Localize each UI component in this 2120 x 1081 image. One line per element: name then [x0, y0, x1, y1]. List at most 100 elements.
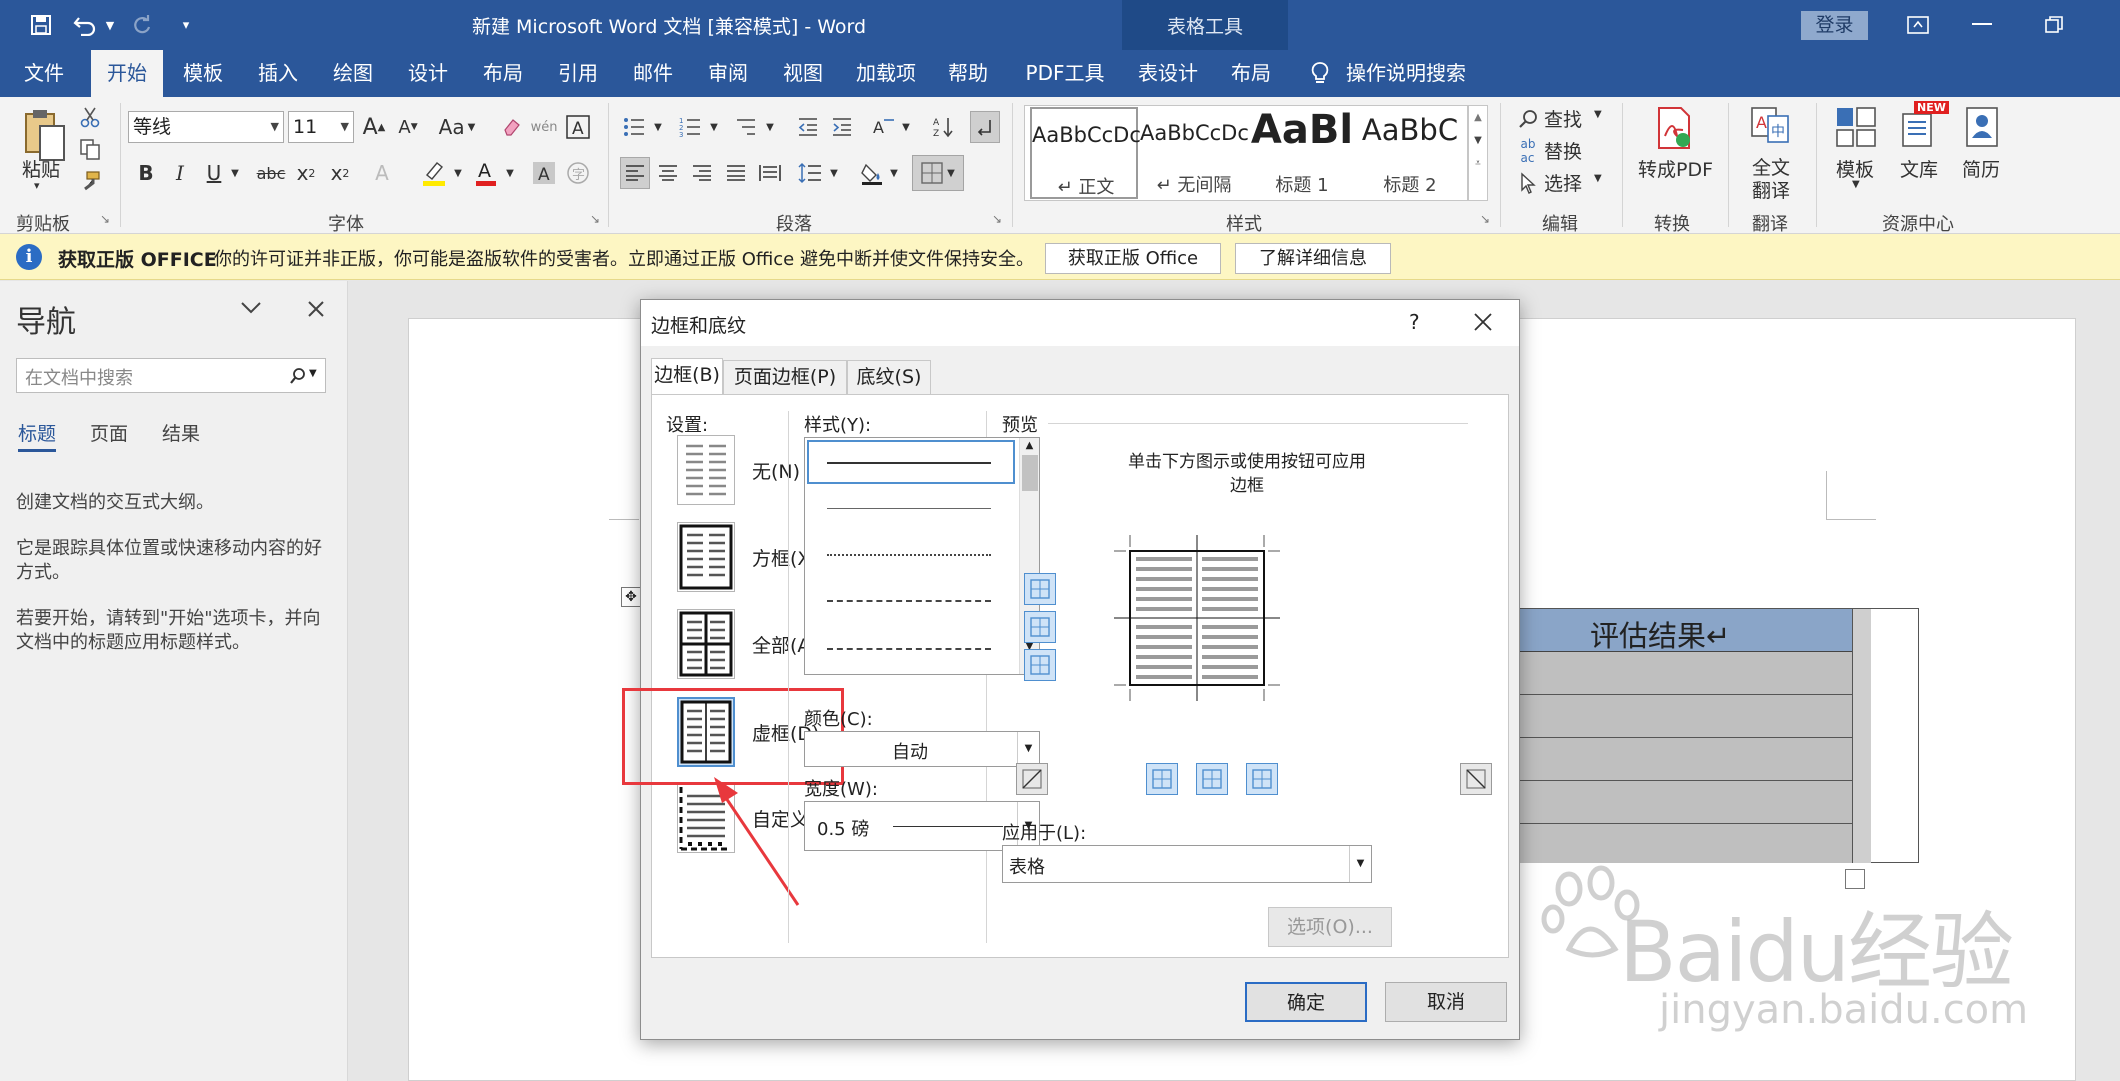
tab-template[interactable]: 模板 [175, 50, 231, 97]
replace-label[interactable]: 替换 [1544, 137, 1582, 164]
font-color-icon[interactable]: A [472, 157, 500, 189]
select-label[interactable]: 选择 [1544, 169, 1582, 196]
decrease-indent-icon[interactable] [794, 111, 822, 143]
highlight-dropdown-icon[interactable]: ▼ [452, 157, 464, 189]
setting-box-icon[interactable] [677, 522, 735, 592]
tell-me-search[interactable]: 操作说明搜索 [1346, 50, 1506, 97]
login-button[interactable]: 登录 [1801, 11, 1868, 40]
enclose-characters-icon[interactable]: 字 [564, 157, 592, 189]
style-heading-2[interactable]: AaBbC 标题 2 [1356, 107, 1464, 199]
options-button[interactable]: 选项(O)... [1268, 907, 1392, 947]
cut-icon[interactable] [76, 103, 104, 131]
left-border-icon[interactable] [1146, 763, 1178, 795]
numbering-icon[interactable]: 123 [676, 111, 704, 143]
inside-horizontal-border-icon[interactable] [1024, 611, 1056, 643]
right-border-icon[interactable] [1246, 763, 1278, 795]
format-painter-icon[interactable] [76, 167, 104, 195]
help-button[interactable]: ? [1409, 310, 1420, 334]
tab-mailings[interactable]: 邮件 [625, 50, 681, 97]
line-style-dotted[interactable] [827, 554, 991, 556]
underline-icon[interactable]: U [200, 157, 228, 189]
template-icon[interactable] [1832, 103, 1880, 151]
search-icon[interactable] [289, 367, 307, 385]
get-genuine-button[interactable]: 获取正版 Office [1045, 243, 1221, 274]
character-shading-icon[interactable]: A [530, 157, 558, 189]
convert-pdf-icon[interactable] [1650, 103, 1698, 153]
replace-icon[interactable]: ab ac [1516, 137, 1540, 165]
convert-pdf-label[interactable]: 转成PDF [1638, 155, 1713, 182]
cancel-button[interactable]: 取消 [1385, 982, 1507, 1022]
nav-tab-pages[interactable]: 页面 [90, 419, 128, 446]
resume-icon[interactable] [1958, 103, 2006, 151]
shrink-font-icon[interactable]: A ▼ [394, 111, 422, 143]
more-styles-icon[interactable]: ⩡ [1469, 158, 1487, 169]
show-paragraph-marks-icon[interactable] [970, 111, 1000, 143]
table-cell[interactable] [1520, 824, 1852, 863]
line-spacing-dropdown-icon[interactable]: ▼ [828, 157, 840, 189]
find-label[interactable]: 查找 [1544, 105, 1582, 132]
chevron-down-icon[interactable]: ▼ [309, 368, 317, 379]
setting-none-icon[interactable] [677, 435, 735, 505]
numbering-dropdown-icon[interactable]: ▼ [708, 111, 720, 143]
align-right-icon[interactable] [688, 157, 716, 189]
select-dropdown-icon[interactable]: ▼ [1594, 173, 1602, 184]
scroll-up-icon[interactable]: ▲ [1469, 112, 1487, 123]
text-effects-icon[interactable]: A [368, 157, 396, 189]
scroll-down-icon[interactable]: ▼ [1469, 135, 1487, 146]
highlight-color-icon[interactable] [420, 157, 448, 189]
tab-shading[interactable]: 底纹(S) [847, 360, 931, 394]
learn-more-button[interactable]: 了解详细信息 [1235, 243, 1391, 274]
tab-insert[interactable]: 插入 [250, 50, 306, 97]
paragraph-launcher-icon[interactable]: ↘ [992, 212, 1002, 226]
distributed-icon[interactable] [756, 157, 784, 189]
borders-button[interactable]: ▼ [912, 155, 964, 191]
document-table[interactable]: 评估结果↵ [1519, 608, 1919, 863]
ok-button[interactable]: 确定 [1245, 982, 1367, 1022]
table-cell[interactable] [1520, 781, 1852, 824]
table-header-cell[interactable]: 评估结果↵ [1520, 609, 1852, 653]
bold-icon[interactable]: B [132, 157, 160, 189]
nav-options-chevron-icon[interactable] [240, 301, 270, 331]
diagonal-down-border-icon[interactable] [1460, 763, 1492, 795]
apply-to-combo[interactable]: 表格 ▼ [1002, 845, 1372, 883]
find-dropdown-icon[interactable]: ▼ [1594, 109, 1602, 120]
library-label[interactable]: 文库 [1900, 155, 1938, 182]
align-center-icon[interactable] [654, 157, 682, 189]
translate-icon[interactable]: A中 [1746, 103, 1794, 147]
bullets-dropdown-icon[interactable]: ▼ [652, 111, 664, 143]
multilevel-list-icon[interactable] [732, 111, 760, 143]
tab-help[interactable]: 帮助 [940, 50, 996, 97]
template-dropdown-icon[interactable]: ▼ [1852, 179, 1860, 190]
restore-icon[interactable] [2034, 8, 2074, 42]
chinese-layout-dropdown-icon[interactable]: ▼ [900, 111, 912, 143]
table-cell[interactable] [1520, 738, 1852, 781]
nav-tab-results[interactable]: 结果 [162, 419, 200, 446]
bottom-border-icon[interactable] [1024, 649, 1056, 681]
tab-layout[interactable]: 布局 [475, 50, 531, 97]
underline-dropdown-icon[interactable]: ▼ [228, 157, 242, 189]
font-launcher-icon[interactable]: ↘ [590, 212, 600, 226]
table-cell[interactable] [1520, 652, 1852, 695]
font-name-combo[interactable]: 等线 ▼ [128, 111, 284, 143]
chinese-layout-icon[interactable]: A [870, 111, 898, 143]
nav-search-box[interactable]: 在文档中搜索 ▼ [16, 358, 326, 393]
customize-qat-icon[interactable]: ▾ [176, 12, 196, 38]
style-no-spacing[interactable]: AaBbCcDc ↵ 无间隔 [1140, 107, 1248, 199]
nav-tab-headings[interactable]: 标题 [18, 419, 56, 446]
superscript-icon[interactable]: x2 [326, 157, 354, 189]
tab-page-borders[interactable]: 页面边框(P) [723, 360, 847, 394]
undo-icon[interactable] [70, 12, 100, 38]
style-normal[interactable]: AaBbCcDc ↵ 正文 [1030, 107, 1140, 199]
sort-icon[interactable]: AZ [930, 111, 958, 143]
setting-none-label[interactable]: 无(N) [752, 457, 800, 484]
tab-review[interactable]: 审阅 [700, 50, 756, 97]
paste-label[interactable]: 粘贴 [22, 155, 60, 182]
ribbon-display-options-icon[interactable] [1898, 8, 1938, 42]
translate-full-label-2[interactable]: 翻译 [1752, 176, 1790, 203]
minimize-icon[interactable] [1962, 8, 2002, 42]
tab-view[interactable]: 视图 [775, 50, 831, 97]
redo-icon[interactable] [128, 12, 156, 38]
phonetic-guide-icon[interactable]: wén [530, 111, 558, 143]
shading-icon[interactable] [858, 157, 886, 189]
line-spacing-icon[interactable] [796, 157, 824, 189]
